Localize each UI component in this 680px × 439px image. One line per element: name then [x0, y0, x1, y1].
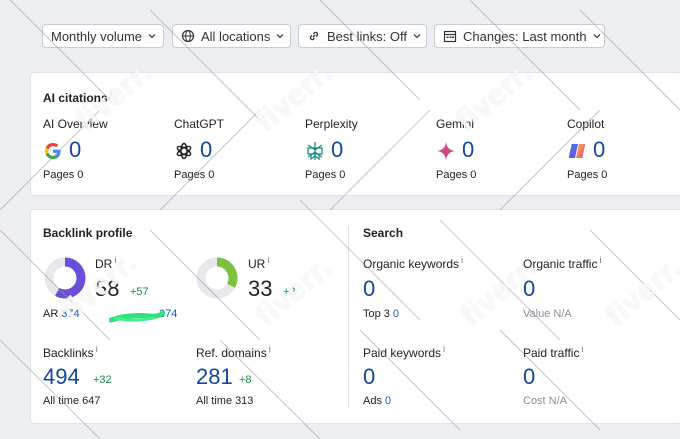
copilot-icon	[567, 141, 587, 161]
calendar-icon	[443, 29, 457, 43]
ref-domains-value[interactable]: 281	[196, 364, 233, 390]
info-icon[interactable]: i	[269, 344, 271, 354]
chatgpt-label: ChatGPT	[174, 117, 225, 131]
monthly-volume-dropdown[interactable]: Monthly volume	[42, 24, 164, 48]
copilot-pages: Pages 0	[567, 169, 608, 181]
info-icon[interactable]: i	[96, 344, 98, 354]
ar-row: AR 374	[43, 308, 80, 320]
link-icon	[307, 29, 321, 43]
ref-domains-label: Ref. domains i	[196, 344, 271, 360]
info-icon[interactable]: i	[114, 255, 116, 265]
chevron-down-icon	[276, 32, 284, 40]
google-g-icon	[43, 141, 63, 161]
info-icon[interactable]: i	[581, 344, 583, 354]
organic-traffic-value-row: Value N/A	[523, 308, 572, 320]
ur-delta: +2	[283, 286, 296, 298]
organic-keywords-value[interactable]: 0	[363, 276, 375, 302]
organic-traffic-value[interactable]: 0	[523, 276, 535, 302]
gemini-pages: Pages 0	[436, 169, 477, 181]
perplexity-label: Perplexity	[305, 117, 358, 131]
ur-gauge	[196, 257, 238, 299]
chatgpt-pages: Pages 0	[174, 169, 215, 181]
dr-delta: +57	[130, 286, 149, 298]
backlink-profile-title: Backlink profile	[43, 226, 133, 240]
chatgpt-icon	[174, 141, 194, 161]
organic-keywords-top3: Top 30	[363, 308, 400, 320]
search-title: Search	[363, 226, 404, 240]
dr-label: DR i	[95, 255, 117, 271]
copilot-label: Copilot	[567, 117, 605, 131]
locations-label: All locations	[201, 28, 271, 44]
backlinks-all-time: All time 647	[43, 395, 101, 407]
gemini-icon	[436, 141, 456, 161]
ai-overview-value[interactable]: 0	[69, 137, 81, 163]
chevron-down-icon	[593, 32, 601, 40]
ai-citations-card: AI citations i AI Overview 0 Pages 0 ChatG…	[30, 72, 680, 196]
backlinks-delta: +32	[93, 374, 112, 386]
chatgpt-value[interactable]: 0	[200, 137, 212, 163]
green-scribble-mark	[109, 310, 165, 323]
section-divider	[348, 226, 349, 409]
paid-traffic-label: Paid traffic i	[523, 344, 584, 360]
perplexity-icon	[305, 141, 325, 161]
paid-traffic-cost: Cost N/A	[523, 395, 567, 407]
info-icon[interactable]: i	[267, 255, 269, 265]
globe-icon	[181, 29, 195, 43]
backlinks-value[interactable]: 494	[43, 364, 80, 390]
changes-dropdown[interactable]: Changes: Last month	[434, 24, 605, 48]
paid-keywords-value[interactable]: 0	[363, 364, 375, 390]
info-icon[interactable]: i	[461, 255, 463, 265]
ai-overview-pages: Pages 0	[43, 169, 84, 181]
paid-traffic-value[interactable]: 0	[523, 364, 535, 390]
chevron-down-icon	[413, 32, 421, 40]
chevron-down-icon	[148, 32, 156, 40]
changes-label: Changes: Last month	[463, 28, 587, 44]
ai-overview-label: AI Overview	[43, 117, 108, 131]
perplexity-pages: Pages 0	[305, 169, 346, 181]
info-icon[interactable]: i	[443, 344, 445, 354]
ref-domains-delta: +8	[239, 374, 252, 386]
filter-toolbar: Monthly volume All locations Best links:…	[0, 0, 680, 60]
ai-citations-title: AI citations i	[43, 89, 113, 105]
ur-label: UR i	[248, 255, 270, 271]
paid-keywords-ads: Ads 0	[363, 395, 392, 407]
ur-value: 33	[248, 276, 273, 301]
paid-keywords-label: Paid keywords i	[363, 344, 446, 360]
dr-gauge	[44, 257, 86, 299]
dr-value: 58	[95, 276, 120, 301]
best-links-label: Best links: Off	[327, 28, 407, 44]
backlink-search-card: Backlink profile DR i 58 +57 AR 374 374 UR…	[30, 209, 680, 424]
locations-dropdown[interactable]: All locations	[172, 24, 291, 48]
backlinks-label: Backlinks i	[43, 344, 98, 360]
copilot-value[interactable]: 0	[593, 137, 605, 163]
organic-keywords-label: Organic keywords i	[363, 255, 464, 271]
perplexity-value[interactable]: 0	[331, 137, 343, 163]
info-icon[interactable]: i	[599, 255, 601, 265]
monthly-volume-label: Monthly volume	[51, 28, 143, 44]
best-links-dropdown[interactable]: Best links: Off	[298, 24, 427, 48]
info-icon[interactable]: i	[110, 89, 113, 99]
ref-domains-all-time: All time 313	[196, 395, 254, 407]
gemini-value[interactable]: 0	[462, 137, 474, 163]
gemini-label: Gemini	[436, 117, 475, 131]
organic-traffic-label: Organic traffic i	[523, 255, 602, 271]
